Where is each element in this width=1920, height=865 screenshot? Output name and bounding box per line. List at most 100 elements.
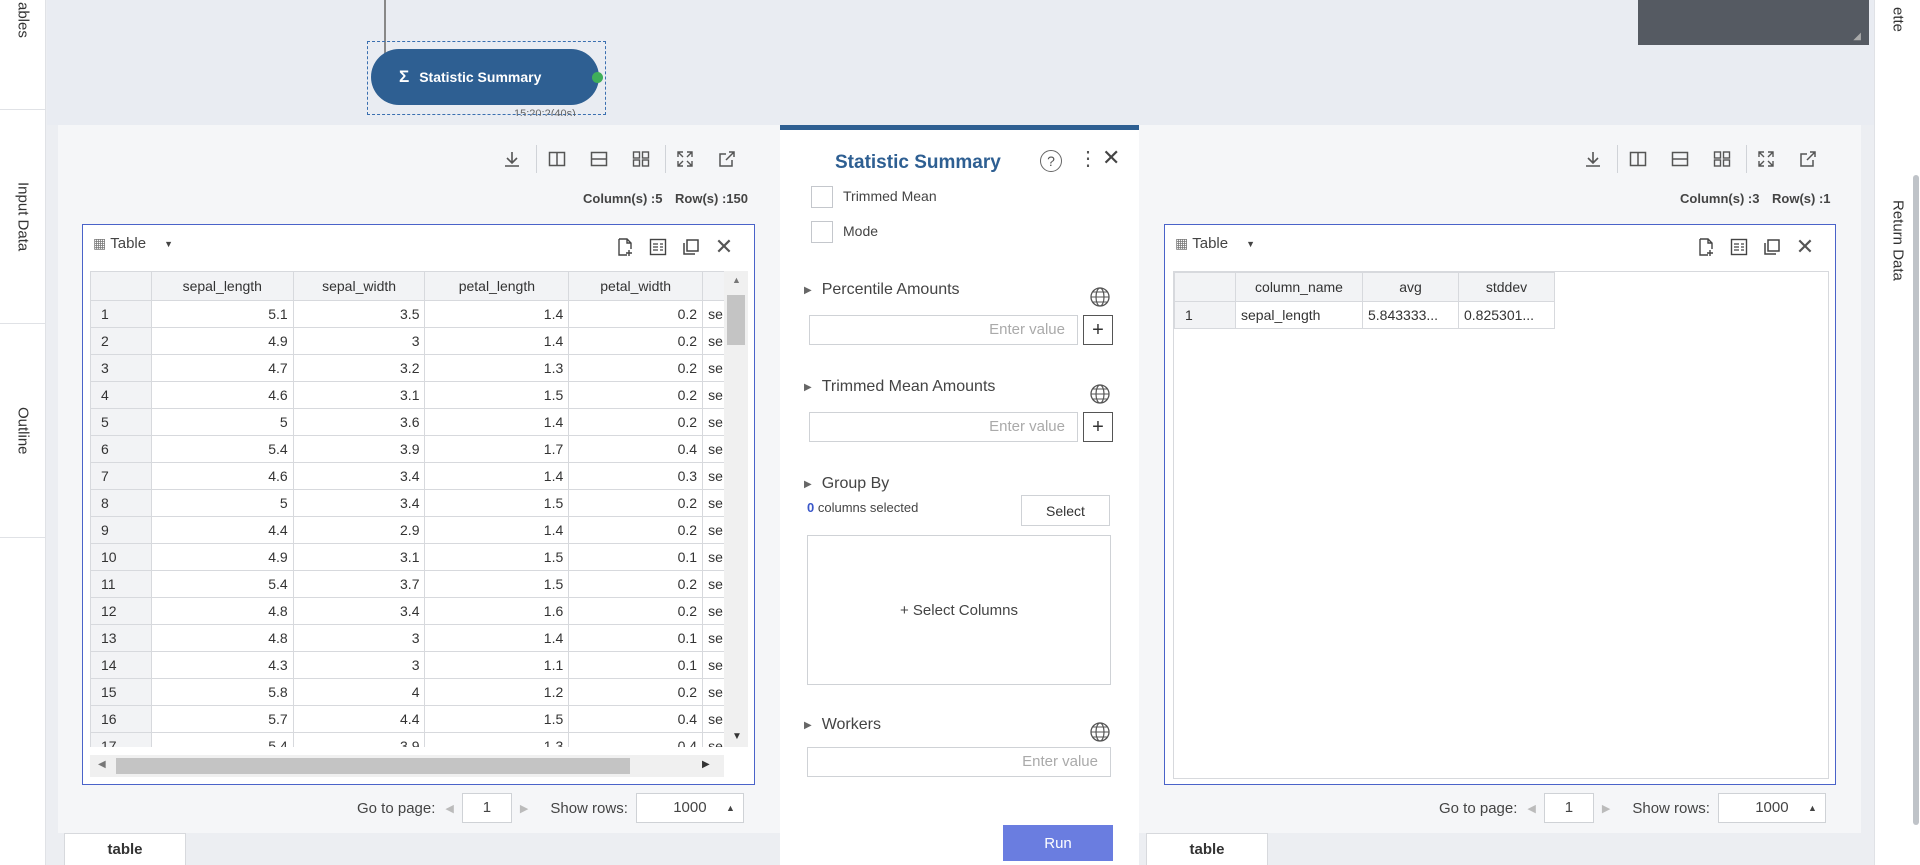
table-cell[interactable]: 3.5 (292, 300, 426, 328)
table-cell[interactable]: 3.4 (292, 462, 426, 490)
split-vertical-icon[interactable] (1626, 147, 1650, 171)
table-row[interactable]: 12 4.8 3.4 1.6 0.2 se (90, 597, 724, 625)
table-cell[interactable]: 3.4 (292, 489, 426, 517)
table-cell[interactable]: se (702, 381, 724, 409)
table-cell[interactable]: 1.3 (424, 354, 570, 382)
table-cell[interactable]: 5.4 (150, 570, 294, 598)
table-cell[interactable]: 1.7 (424, 435, 570, 463)
table-cell[interactable]: se (702, 462, 724, 490)
table-cell[interactable]: 0.2 (568, 300, 704, 328)
scroll-right-icon[interactable]: ▶ (702, 759, 710, 770)
table-cell[interactable]: 1.5 (424, 543, 570, 571)
table-cell[interactable]: 4.7 (150, 354, 294, 382)
split-horizontal-icon[interactable] (587, 147, 611, 171)
table-row[interactable]: 1 sepal_length 5.843333... 0.825301... (1174, 301, 1555, 329)
table-cell[interactable]: 2.9 (292, 516, 426, 544)
download-icon[interactable] (500, 147, 524, 171)
table-row[interactable]: 14 4.3 3 1.1 0.1 se (90, 651, 724, 679)
globe-icon[interactable] (1089, 721, 1111, 743)
table-cell[interactable]: sepal_length (1235, 301, 1363, 329)
table-row[interactable]: 16 5.7 4.4 1.5 0.4 se (90, 705, 724, 733)
rail-tab-palette[interactable]: ette (1875, 0, 1920, 110)
table-cell[interactable]: 0.2 (568, 516, 704, 544)
prev-page-icon[interactable]: ◀ (1527, 802, 1535, 815)
table-cell[interactable]: 0.2 (568, 354, 704, 382)
table-cell[interactable]: 3.4 (292, 597, 426, 625)
table-settings-icon[interactable] (646, 235, 670, 259)
more-options-icon[interactable]: ⋮ (1078, 146, 1098, 171)
statistic-summary-node[interactable]: Σ Statistic Summary (371, 49, 599, 105)
trimmed-mean-input[interactable]: Enter value (809, 412, 1078, 442)
table-cell[interactable]: 1.1 (424, 651, 570, 679)
table-cell[interactable]: 1.5 (424, 570, 570, 598)
prev-page-icon[interactable]: ◀ (445, 802, 453, 815)
resize-grip-icon[interactable]: ◢ (1853, 31, 1861, 42)
table-cell[interactable]: se (702, 516, 724, 544)
group-by-section[interactable]: ▶ Group By (804, 475, 889, 493)
table-cell[interactable]: se (702, 651, 724, 679)
table-cell[interactable]: 4.8 (150, 624, 294, 652)
add-file-icon[interactable] (1694, 235, 1718, 259)
table-row[interactable]: 5 5 3.6 1.4 0.2 se (90, 408, 724, 436)
table-row[interactable]: 2 4.9 3 1.4 0.2 se (90, 327, 724, 355)
table-row[interactable]: 15 5.8 4 1.2 0.2 se (90, 678, 724, 706)
minimap-panel[interactable]: ◢ (1638, 0, 1869, 45)
table-cell[interactable]: se (702, 732, 724, 747)
table-cell[interactable]: 1.4 (424, 462, 570, 490)
table-row[interactable]: 17 5.4 3.9 1.3 0.4 se (90, 732, 724, 747)
table-row[interactable]: 4 4.6 3.1 1.5 0.2 se (90, 381, 724, 409)
select-columns-area[interactable]: + Select Columns (807, 535, 1111, 685)
table-cell[interactable]: 0.2 (568, 381, 704, 409)
table-cell[interactable]: se (702, 543, 724, 571)
table-cell[interactable]: 5.8 (150, 678, 294, 706)
copy-icon[interactable] (679, 235, 703, 259)
table-cell[interactable]: 1.5 (424, 489, 570, 517)
table-cell[interactable]: se (702, 408, 724, 436)
table-row[interactable]: 6 5.4 3.9 1.7 0.4 se (90, 435, 724, 463)
globe-icon[interactable] (1089, 286, 1111, 308)
table-cell[interactable]: 1.4 (424, 624, 570, 652)
table-cell[interactable]: 3.9 (292, 732, 426, 747)
table-view-selector[interactable]: ▦ Table ▼ (1175, 235, 1255, 252)
workflow-canvas[interactable]: Σ Statistic Summary 15:20:2(40s) ◢ (47, 0, 1874, 125)
table-cell[interactable]: 3.1 (292, 381, 426, 409)
rail-tab-input-data[interactable]: Input Data (0, 110, 46, 324)
table-cell[interactable]: se (702, 597, 724, 625)
table-cell[interactable]: 3.2 (292, 354, 426, 382)
add-trimmed-mean-button[interactable]: + (1083, 412, 1113, 442)
table-row[interactable]: 7 4.6 3.4 1.4 0.3 se (90, 462, 724, 490)
horizontal-scroll-thumb[interactable] (116, 758, 630, 774)
expand-icon[interactable] (1754, 147, 1778, 171)
table-cell[interactable]: 0.2 (568, 678, 704, 706)
next-page-icon[interactable]: ▶ (1602, 802, 1610, 815)
vertical-scrollbar[interactable]: ▲ ▼ (724, 271, 748, 747)
scroll-down-icon[interactable]: ▼ (732, 731, 742, 742)
table-cell[interactable]: 5.843333... (1362, 301, 1459, 329)
table-cell[interactable]: 1.3 (424, 732, 570, 747)
globe-icon[interactable] (1089, 383, 1111, 405)
add-percentile-button[interactable]: + (1083, 315, 1113, 345)
table-cell[interactable]: 3 (292, 327, 426, 355)
table-cell[interactable]: 0.4 (568, 732, 704, 747)
table-row[interactable]: 8 5 3.4 1.5 0.2 se (90, 489, 724, 517)
table-cell[interactable]: 1.5 (424, 705, 570, 733)
table-cell[interactable]: 1.5 (424, 381, 570, 409)
table-cell[interactable]: 3 (292, 624, 426, 652)
table-cell[interactable]: se (702, 300, 724, 328)
table-cell[interactable]: 5.4 (150, 435, 294, 463)
table-cell[interactable]: 5 (150, 408, 294, 436)
expand-icon[interactable] (673, 147, 697, 171)
trimmed-mean-amounts-section[interactable]: ▶ Trimmed Mean Amounts (804, 378, 995, 396)
table-cell[interactable]: 1.4 (424, 516, 570, 544)
vertical-scroll-thumb[interactable] (727, 295, 745, 345)
workers-input[interactable]: Enter value (807, 747, 1111, 777)
help-icon[interactable]: ? (1040, 150, 1062, 172)
node-output-port[interactable] (592, 72, 603, 83)
table-cell[interactable]: se (702, 678, 724, 706)
column-header[interactable]: avg (1362, 272, 1459, 302)
table-cell[interactable]: 1.2 (424, 678, 570, 706)
grid-layout-icon[interactable] (629, 147, 653, 171)
next-page-icon[interactable]: ▶ (520, 802, 528, 815)
mode-checkbox[interactable] (811, 221, 833, 243)
table-cell[interactable]: 0.2 (568, 570, 704, 598)
